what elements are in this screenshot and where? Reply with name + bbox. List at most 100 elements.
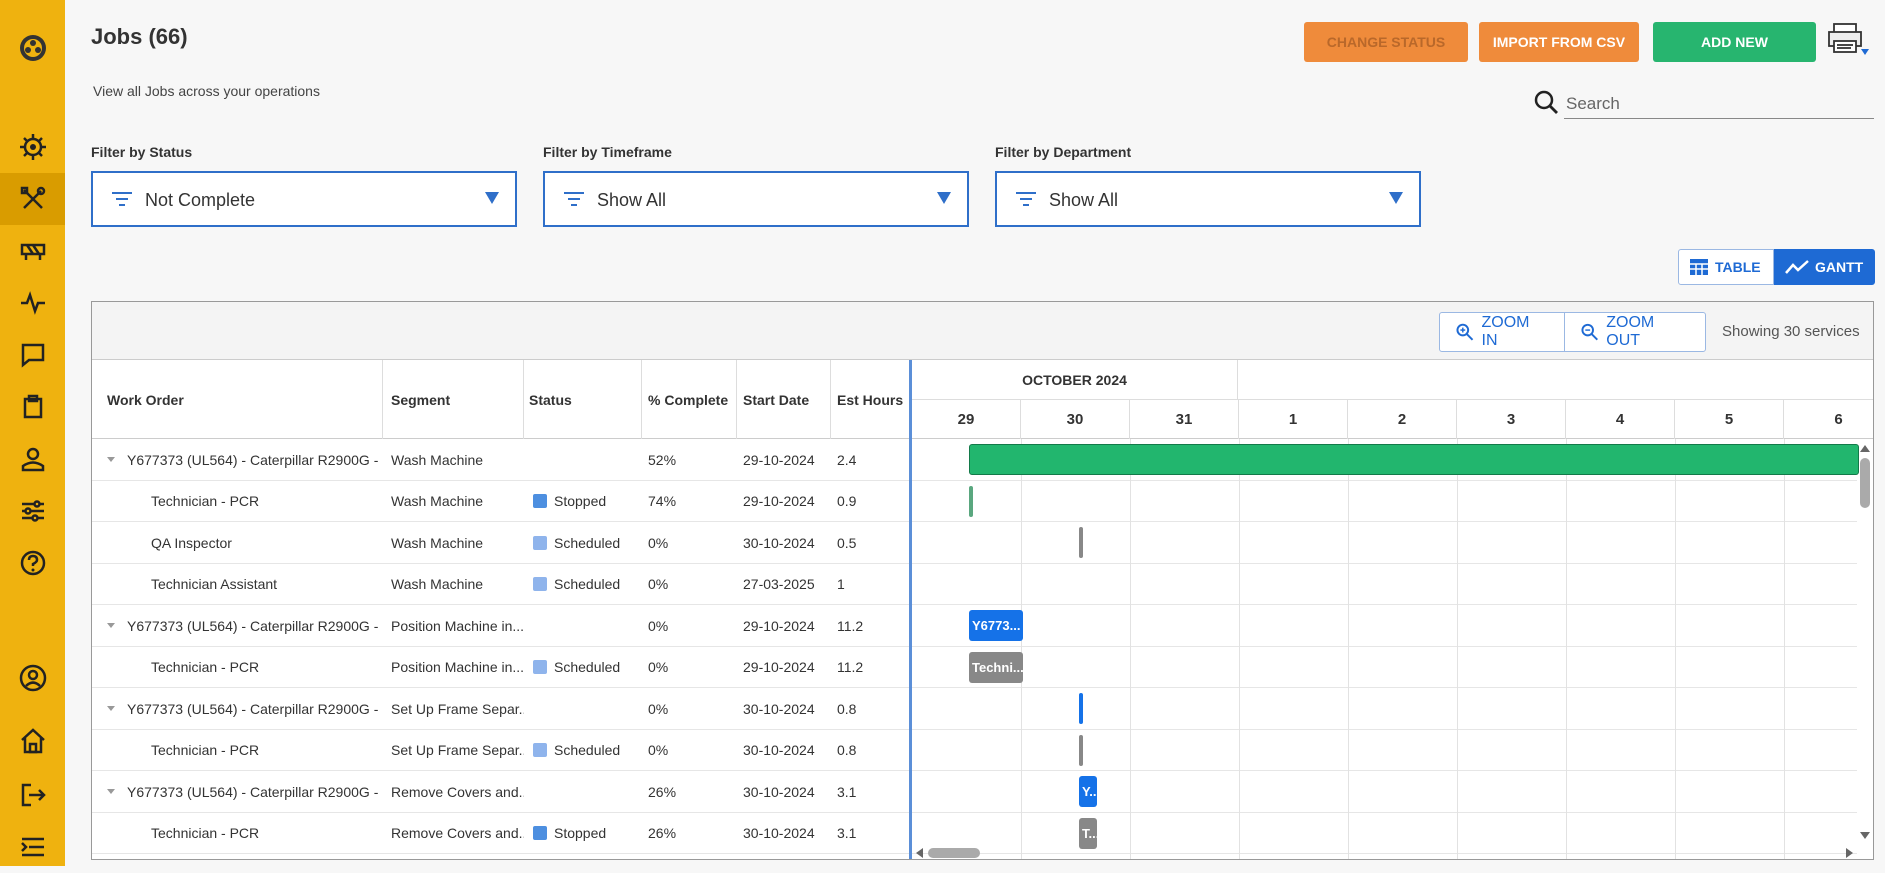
status-text: Scheduled <box>554 659 621 675</box>
table-row[interactable]: QA Inspector Wash Machine Scheduled 0% 30-10… <box>92 522 910 564</box>
status-text: Scheduled <box>554 534 621 551</box>
table-row[interactable]: Technician Assistant Wash Machine Schedule… <box>92 564 910 605</box>
filter-timeframe-select[interactable]: Show All <box>543 171 969 227</box>
gantt-gridline <box>1784 439 1785 859</box>
table-row[interactable]: Technician - PCR Position Machine in... Sc… <box>92 647 910 688</box>
logout-icon[interactable] <box>0 769 65 821</box>
gantt-row <box>912 730 1857 771</box>
column-work-order[interactable]: Work Order <box>92 360 383 439</box>
percent-cell: 0% <box>648 617 669 634</box>
table-view-button[interactable]: TABLE <box>1678 249 1774 285</box>
day-label: 3 <box>1457 400 1566 439</box>
status-cell <box>533 688 642 729</box>
gantt-gridline <box>1239 439 1240 859</box>
table-row[interactable]: Y677373 (UL564) - Caterpillar R2900G - .… <box>92 688 910 730</box>
users-icon[interactable] <box>0 433 65 485</box>
change-status-button[interactable]: CHANGE STATUS <box>1304 22 1468 62</box>
gantt-gridline <box>1130 439 1131 859</box>
zoom-in-label: ZOOM IN <box>1481 314 1530 349</box>
work-order-cell: Technician - PCR <box>151 647 383 688</box>
horizontal-scrollbar[interactable] <box>912 845 1857 859</box>
gantt-row <box>912 522 1857 564</box>
gantt-bar[interactable] <box>969 485 973 517</box>
percent-cell: 0% <box>648 534 669 551</box>
est-hours-cell: 0.9 <box>837 493 857 509</box>
gantt-row <box>912 564 1857 605</box>
printer-icon[interactable] <box>1827 22 1869 56</box>
column-est-hours[interactable]: Est Hours <box>831 360 910 439</box>
settings-sliders-icon[interactable] <box>0 485 65 537</box>
gantt-bar[interactable]: Techni... <box>969 651 1023 683</box>
work-order-cell: Technician - PCR <box>151 481 383 522</box>
table-row[interactable]: Technician - PCR Remove Covers and... Stop… <box>92 813 910 854</box>
sidebar <box>0 0 65 866</box>
work-order-text: QA Inspector <box>151 534 232 551</box>
assets-icon[interactable] <box>0 225 65 277</box>
table-icon <box>1690 259 1708 275</box>
gantt-bar[interactable]: Y... <box>1079 776 1097 807</box>
segment-cell: Set Up Frame Separ... <box>391 700 524 717</box>
status-cell: Stopped <box>533 813 642 854</box>
gantt-bar[interactable]: Y6773... <box>969 610 1023 641</box>
gantt-bar[interactable]: T... <box>1079 817 1097 849</box>
status-cell: Scheduled <box>533 522 642 563</box>
expand-caret-icon[interactable] <box>107 623 115 628</box>
checklists-icon[interactable] <box>0 381 65 433</box>
table-row[interactable]: Technician - PCR Wash Machine Stopped 74% 29… <box>92 481 910 522</box>
help-icon[interactable] <box>0 537 65 589</box>
profile-icon[interactable] <box>0 652 65 704</box>
expand-caret-icon[interactable] <box>107 706 115 711</box>
work-order-text: Technician - PCR <box>151 825 260 841</box>
jobs-icon[interactable] <box>0 173 65 225</box>
vertical-scrollbar[interactable] <box>1857 439 1873 845</box>
collapse-menu-icon[interactable] <box>0 821 65 873</box>
start-date-cell: 29-10-2024 <box>743 659 815 675</box>
dashboard-icon[interactable] <box>0 121 65 173</box>
logo-icon[interactable] <box>0 22 65 74</box>
status-text: Stopped <box>554 825 607 841</box>
zoom-in-button[interactable]: ZOOM IN <box>1440 313 1565 351</box>
percent-cell: 0% <box>648 742 669 758</box>
table-row[interactable]: Y677373 (UL564) - Caterpillar R2900G - .… <box>92 771 910 813</box>
filter-status-select[interactable]: Not Complete <box>91 171 517 227</box>
gantt-view-button[interactable]: GANTT <box>1774 249 1875 285</box>
column-segment[interactable]: Segment <box>383 360 524 439</box>
table-row[interactable]: Technician - PCR Set Up Frame Separ... Sch… <box>92 730 910 771</box>
expand-caret-icon[interactable] <box>107 789 115 794</box>
activity-icon[interactable] <box>0 277 65 329</box>
table-row[interactable]: Y677373 (UL564) - Caterpillar R2900G - .… <box>92 439 910 481</box>
column-status[interactable]: Status <box>524 360 642 439</box>
percent-cell: 52% <box>648 451 677 468</box>
start-date-cell: 29-10-2024 <box>743 493 815 509</box>
segment-cell: Position Machine in... <box>391 659 524 675</box>
est-hours-cell: 0.8 <box>837 700 857 717</box>
column-percent-complete[interactable]: % Complete <box>642 360 737 439</box>
gantt-gridline <box>1457 439 1458 859</box>
work-order-cell: Y677373 (UL564) - Caterpillar R2900G - .… <box>107 771 383 812</box>
messages-icon[interactable] <box>0 329 65 381</box>
gantt-bar[interactable] <box>1079 527 1083 558</box>
est-hours-cell: 11.2 <box>837 617 864 634</box>
expand-caret-icon[interactable] <box>107 457 115 462</box>
zoom-out-button[interactable]: ZOOM OUT <box>1565 313 1705 351</box>
day-label: 30 <box>1021 400 1130 439</box>
gantt-bar[interactable] <box>1079 734 1083 766</box>
panel-splitter[interactable] <box>909 360 912 859</box>
home-icon[interactable] <box>0 715 65 767</box>
start-date-cell: 30-10-2024 <box>743 742 815 758</box>
est-hours-cell: 3.1 <box>837 783 857 800</box>
segment-cell: Wash Machine <box>391 576 484 592</box>
search-icon[interactable] <box>1533 89 1559 115</box>
gantt-bar[interactable] <box>1079 693 1083 724</box>
filter-department-select[interactable]: Show All <box>995 171 1421 227</box>
gantt-bar[interactable] <box>969 444 1859 475</box>
add-new-button[interactable]: ADD NEW <box>1653 22 1816 62</box>
day-label: 2 <box>1348 400 1457 439</box>
gantt-gridline <box>1675 439 1676 859</box>
search-input[interactable] <box>1564 89 1874 119</box>
percent-cell: 0% <box>648 576 669 592</box>
import-csv-button[interactable]: IMPORT FROM CSV <box>1479 22 1639 62</box>
table-row[interactable]: Y677373 (UL564) - Caterpillar R2900G - .… <box>92 605 910 647</box>
percent-cell: 0% <box>648 700 669 717</box>
column-start-date[interactable]: Start Date <box>737 360 831 439</box>
